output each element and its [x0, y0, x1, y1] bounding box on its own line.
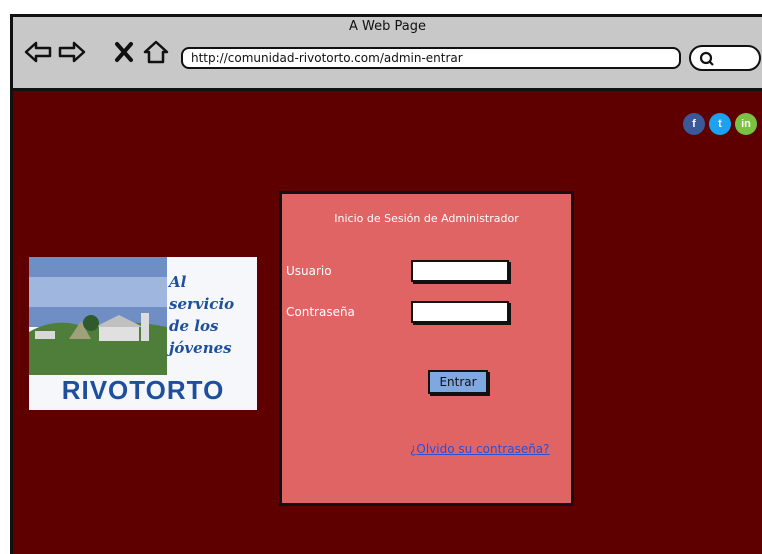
logo-tagline: Al servicio de los jóvenes: [169, 271, 255, 359]
twitter-icon[interactable]: t: [709, 113, 731, 135]
username-label: Usuario: [286, 264, 332, 278]
password-label: Contraseña: [286, 305, 355, 319]
search-icon: [699, 51, 714, 66]
rivotorto-logo: Al servicio de los jóvenes RIVOTORTO: [29, 257, 257, 410]
linkedin-glyph: in: [741, 118, 751, 130]
home-button[interactable]: [141, 39, 171, 65]
forward-button[interactable]: [57, 39, 87, 65]
tagline-line-1: Al servicio: [169, 273, 235, 313]
facebook-glyph: f: [692, 118, 696, 130]
back-button[interactable]: [23, 39, 53, 65]
browser-window: A Web Page http://comunidad-rivotorto.co…: [10, 14, 762, 554]
stop-button[interactable]: [109, 39, 139, 65]
window-title: A Web Page: [349, 19, 426, 34]
login-title: Inicio de Sesión de Administrador: [334, 212, 519, 225]
logo-brand: RIVOTORTO: [61, 375, 225, 405]
logo-photo: [29, 257, 167, 375]
browser-toolbar: A Web Page http://comunidad-rivotorto.co…: [13, 17, 762, 91]
twitter-glyph: t: [718, 118, 722, 130]
password-field[interactable]: [411, 301, 509, 323]
close-icon: [115, 42, 133, 62]
admin-login-panel: Inicio de Sesión de Administrador Usuari…: [279, 191, 574, 506]
username-field[interactable]: [411, 260, 509, 282]
back-arrow-icon: [24, 41, 52, 63]
forward-arrow-icon: [58, 41, 86, 63]
facebook-icon[interactable]: f: [683, 113, 705, 135]
forgot-password-link[interactable]: ¿Olvido su contraseña?: [410, 442, 550, 456]
home-icon: [143, 40, 169, 64]
linkedin-icon[interactable]: in: [735, 113, 757, 135]
tagline-line-2: de los: [169, 317, 219, 335]
address-bar[interactable]: http://comunidad-rivotorto.com/admin-ent…: [181, 47, 681, 69]
tagline-line-3: jóvenes: [169, 339, 232, 357]
login-button[interactable]: Entrar: [428, 370, 488, 394]
search-box[interactable]: [689, 45, 761, 71]
